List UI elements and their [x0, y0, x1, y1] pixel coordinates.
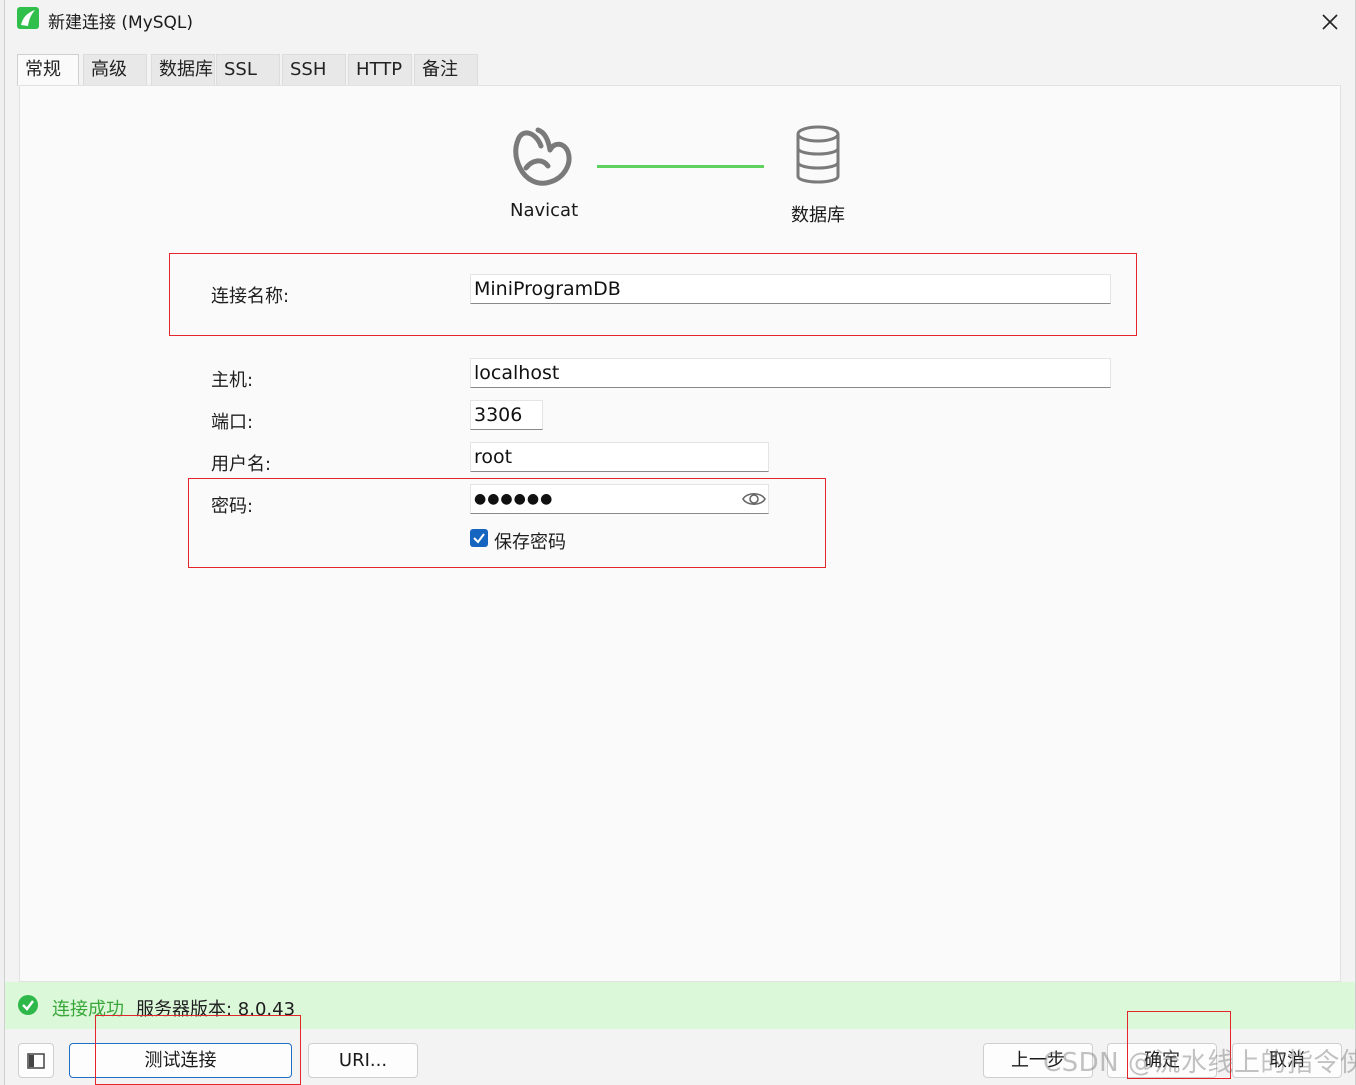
database-icon — [793, 124, 843, 192]
port-input[interactable]: 3306 — [470, 400, 543, 430]
cancel-button[interactable]: 取消 — [1232, 1043, 1342, 1078]
tab-http[interactable]: HTTP — [348, 54, 412, 85]
ok-button[interactable]: 确定 — [1107, 1043, 1217, 1078]
tab-ssl[interactable]: SSL — [216, 54, 280, 85]
username-input[interactable]: root — [470, 442, 769, 472]
uri-button[interactable]: URI... — [308, 1043, 418, 1078]
show-password-eye-icon[interactable] — [741, 489, 767, 519]
previous-step-button[interactable]: 上一步 — [983, 1043, 1093, 1078]
tab-notes[interactable]: 备注 — [414, 54, 478, 85]
sidebar-panel-icon — [27, 1053, 45, 1069]
general-panel — [19, 85, 1341, 982]
password-input[interactable]: ●●●●●● — [470, 484, 769, 514]
connection-name-input[interactable]: MiniProgramDB — [470, 274, 1111, 304]
dialog-window: 新建连接 (MySQL) 常规 高级 数据库 SSL SSH HTTP 备注 N… — [4, 0, 1356, 1085]
navicat-logo-icon — [17, 7, 39, 29]
password-mask: ●●●●●● — [474, 491, 554, 507]
host-input[interactable]: localhost — [470, 358, 1111, 388]
server-version-text: 服务器版本: 8.0.43 — [136, 999, 296, 1020]
window-title: 新建连接 (MySQL) — [48, 13, 194, 33]
title-bar: 新建连接 (MySQL) — [5, 0, 1355, 40]
close-icon — [1322, 14, 1338, 30]
tab-database[interactable]: 数据库 — [151, 54, 215, 85]
port-label: 端口: — [211, 412, 254, 433]
navicat-icon — [508, 124, 574, 192]
success-check-icon — [18, 995, 38, 1015]
database-label: 数据库 — [791, 205, 845, 226]
tab-general[interactable]: 常规 — [17, 54, 79, 86]
username-label: 用户名: — [211, 454, 272, 475]
connection-link-line — [597, 165, 764, 168]
save-password-label: 保存密码 — [494, 532, 566, 553]
save-password-checkbox[interactable] — [470, 529, 488, 547]
connection-success-text: 连接成功 — [52, 999, 124, 1020]
tab-advanced[interactable]: 高级 — [83, 54, 147, 85]
connection-name-label: 连接名称: — [211, 286, 290, 307]
test-connection-button[interactable]: 测试连接 — [69, 1043, 292, 1078]
close-button[interactable] — [1315, 4, 1345, 34]
navicat-label: Navicat — [510, 200, 579, 221]
password-label: 密码: — [211, 496, 254, 517]
host-label: 主机: — [211, 370, 254, 391]
status-bar: 连接成功 服务器版本: 8.0.43 — [5, 982, 1355, 1029]
toggle-sidebar-button[interactable] — [18, 1043, 54, 1078]
checkmark-icon — [473, 533, 485, 544]
tab-ssh[interactable]: SSH — [282, 54, 346, 85]
